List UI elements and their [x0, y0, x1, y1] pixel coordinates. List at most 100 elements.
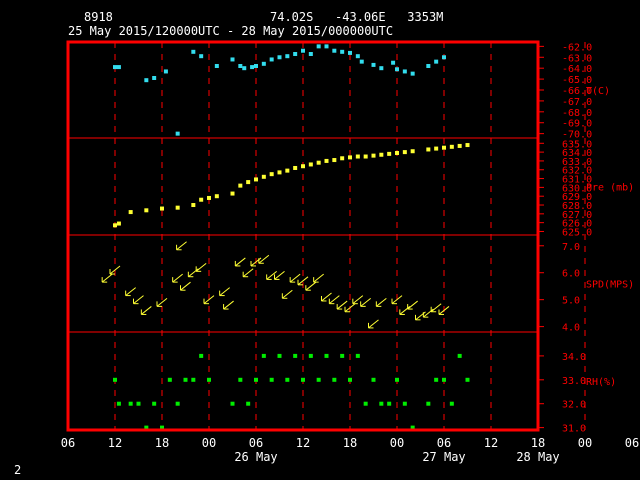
temperature-point	[355, 54, 360, 59]
humidity-point	[113, 377, 117, 382]
humidity-point	[465, 377, 470, 382]
pressure-point	[207, 195, 211, 200]
wind-arrow-shaft	[368, 319, 379, 329]
temperature-point	[113, 65, 117, 70]
humidity-point	[442, 377, 446, 382]
pressure-point	[316, 160, 321, 165]
humidity-point	[199, 353, 204, 358]
x-tick-label: 12	[296, 436, 310, 450]
x-tick-label: 12	[108, 436, 122, 450]
humidity-point	[395, 377, 399, 382]
temperature-point	[293, 52, 298, 56]
pressure-point	[238, 183, 243, 188]
pressure-point	[324, 158, 329, 163]
wind-arrow-shaft	[125, 287, 136, 296]
pressure-point	[465, 143, 470, 148]
station-id: 8918	[84, 10, 113, 24]
wind-arrow-shaft	[313, 273, 324, 283]
x-tick-label: 12	[484, 436, 498, 450]
y-tick-label: 635.0	[562, 139, 592, 150]
humidity-point	[434, 377, 439, 382]
y-tick-label: -62.0	[562, 42, 592, 53]
wind-point	[422, 308, 434, 318]
pressure-point	[144, 208, 149, 213]
pressure-point	[410, 149, 415, 154]
pressure-point	[191, 203, 196, 208]
y-tick-label: -65.0	[562, 75, 592, 86]
humidity-point	[363, 401, 368, 406]
humidity-point	[246, 401, 251, 406]
pressure-point	[246, 180, 251, 185]
wind-point	[223, 300, 234, 310]
pressure-point	[269, 172, 274, 177]
x-tick-label: 18	[531, 436, 545, 450]
temperature-point	[250, 65, 255, 70]
x-day-label: 27 May	[422, 450, 465, 464]
wind-arrow-shaft	[336, 300, 348, 310]
humidity-point	[152, 401, 157, 406]
temperature-point	[442, 55, 446, 60]
temperature-point	[214, 64, 219, 68]
wind-arrow-shaft	[266, 271, 277, 280]
temperature-point	[379, 66, 384, 71]
wind-arrow-shaft	[223, 300, 234, 310]
temperature-point	[348, 50, 352, 55]
y-tick-label: -68.0	[562, 108, 592, 119]
time-range: 25 May 2015/120000UTC - 28 May 2015/0000…	[68, 24, 393, 38]
temperature-point	[261, 61, 266, 66]
x-day-label: 28 May	[516, 450, 559, 464]
pressure-point	[230, 191, 235, 196]
panel-label-humidity: RH(%)	[586, 377, 616, 388]
temperature-point	[269, 57, 274, 62]
temperature-point	[316, 44, 321, 49]
temperature-point	[242, 66, 247, 71]
wind-point	[187, 268, 199, 278]
pressure-point	[261, 174, 266, 179]
wind-point	[125, 287, 136, 297]
pressure-point	[285, 168, 290, 173]
wind-point	[274, 271, 285, 280]
temperature-point	[332, 48, 337, 53]
x-tick-label: 06	[437, 436, 451, 450]
temperature-point	[371, 62, 376, 67]
humidity-point	[136, 401, 141, 406]
pressure-point	[254, 177, 258, 182]
pressure-point	[308, 162, 313, 167]
wind-arrow-shaft	[242, 268, 254, 278]
x-tick-label: 18	[343, 436, 357, 450]
panel-label-wind: SPD(MPS)	[586, 280, 634, 291]
panel-label-pressure: Pre (mb)	[586, 183, 634, 194]
y-tick-label: 32.0	[562, 400, 586, 411]
humidity-point	[316, 377, 321, 382]
wind-point	[266, 271, 277, 280]
y-tick-label: -69.0	[562, 119, 592, 130]
wind-point	[234, 257, 246, 267]
y-tick-label: 6.0	[562, 269, 580, 280]
wind-arrow-shaft	[188, 268, 199, 278]
wind-arrow-shaft	[399, 306, 411, 315]
station-location: 74.02S -43.06E 3353M	[270, 10, 443, 24]
wind-arrow-shaft	[352, 295, 364, 305]
humidity-point	[261, 353, 266, 358]
pressure-point	[113, 223, 117, 228]
y-tick-label: 31.0	[562, 424, 586, 435]
wind-point	[140, 306, 152, 315]
humidity-point	[191, 377, 196, 382]
humidity-point	[332, 377, 337, 382]
humidity-point	[449, 401, 454, 406]
temperature-point	[230, 57, 235, 62]
pressure-point	[379, 152, 384, 157]
panel-label-temperature: T(C)	[586, 86, 610, 97]
pressure-point	[175, 205, 180, 210]
humidity-point	[308, 353, 313, 358]
temperature-point	[285, 54, 290, 59]
y-tick-label: 33.0	[562, 376, 586, 387]
pressure-point	[355, 154, 360, 159]
pressure-point	[160, 206, 164, 211]
humidity-point	[355, 353, 360, 358]
temperature-point	[402, 69, 407, 74]
temperature-point	[410, 71, 415, 76]
temperature-point	[144, 78, 149, 83]
wind-point	[360, 297, 371, 307]
wind-arrow-shaft	[176, 241, 187, 251]
